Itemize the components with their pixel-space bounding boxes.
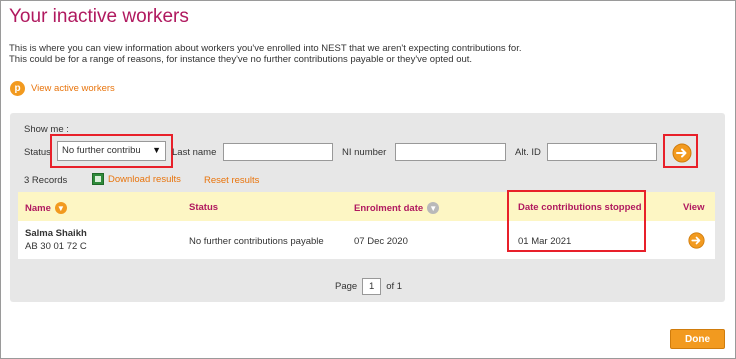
- records-count: 3 Records: [24, 175, 68, 186]
- ni-number-input[interactable]: [395, 143, 506, 161]
- page-label: Page: [335, 281, 358, 292]
- last-name-label: Last name: [172, 147, 217, 158]
- name-column-header[interactable]: Name ▼: [25, 202, 67, 214]
- alt-id-input[interactable]: [547, 143, 657, 161]
- orange-circle-icon: p: [10, 81, 25, 96]
- pagination: Page 1 of 1: [335, 278, 402, 295]
- page-title: Your inactive workers: [9, 6, 189, 27]
- name-header-label: Name: [25, 202, 51, 214]
- intro-text: This is where you can view information a…: [9, 43, 522, 65]
- stopped-date-highlight-box: [507, 190, 646, 252]
- status-highlight-box: [50, 134, 173, 168]
- download-results-label: Download results: [108, 173, 181, 185]
- status-label: Status: [24, 147, 51, 158]
- chevron-down-circle-icon: ▼: [427, 202, 440, 214]
- spreadsheet-icon: [92, 173, 104, 185]
- search-panel: Show me : Status No further contribu ▼ L…: [10, 113, 725, 302]
- worker-enrolment-date: 07 Dec 2020: [354, 236, 408, 247]
- last-name-input[interactable]: [223, 143, 333, 161]
- status-column-header: Status: [189, 202, 219, 213]
- page-number-input[interactable]: 1: [362, 278, 382, 295]
- chevron-down-circle-icon: ▼: [54, 202, 67, 214]
- reset-results-link[interactable]: Reset results: [204, 175, 259, 186]
- intro-line-2: This could be for a range of reasons, fo…: [9, 54, 473, 65]
- intro-line-1: This is where you can view information a…: [9, 43, 522, 54]
- enrolment-header-label: Enrolment date: [354, 202, 424, 214]
- download-results-link[interactable]: Download results: [92, 173, 181, 185]
- worker-status: No further contributions payable: [189, 236, 324, 247]
- ni-number-label: NI number: [342, 147, 387, 158]
- worker-name: Salma Shaikh: [25, 228, 87, 239]
- view-column-header: View: [683, 202, 705, 213]
- view-active-workers-link[interactable]: p View active workers: [10, 81, 115, 96]
- view-active-workers-label: View active workers: [31, 83, 115, 94]
- alt-id-label: Alt. ID: [515, 147, 541, 158]
- done-button[interactable]: Done: [670, 329, 725, 349]
- go-button-highlight-box: [663, 134, 698, 168]
- enrolment-column-header[interactable]: Enrolment date ▼: [354, 202, 440, 214]
- worker-ni-number: AB 30 01 72 C: [25, 241, 87, 252]
- view-worker-button[interactable]: [688, 232, 705, 249]
- page-of-label: of 1: [386, 281, 403, 292]
